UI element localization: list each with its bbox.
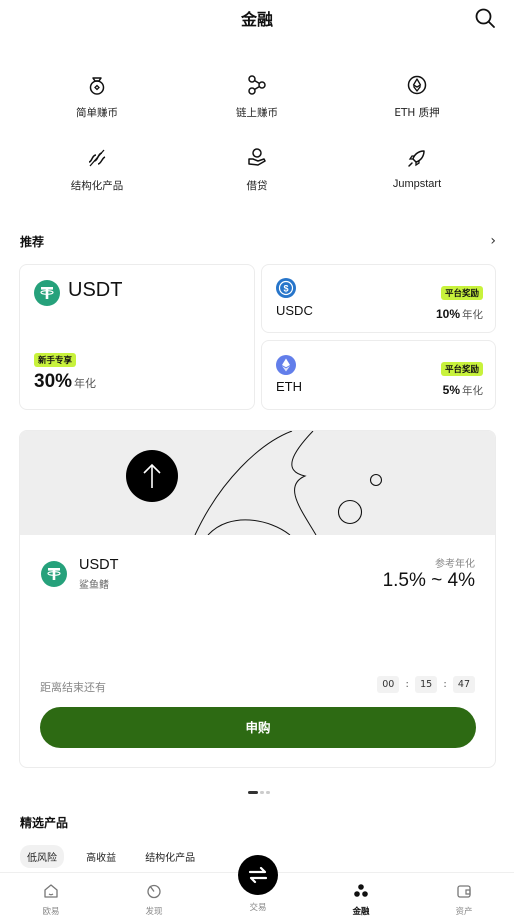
section-title: 推荐 (20, 235, 45, 249)
swap-trade-button[interactable] (238, 855, 278, 895)
menu-item-onchain-earn[interactable]: 链上赚币 (177, 74, 337, 120)
tether-icon (41, 561, 67, 587)
menu-item-loan[interactable]: 借贷 (177, 147, 337, 193)
platform-reward-badge: 平台奖励 (440, 362, 483, 376)
coin-name: USDC (276, 303, 313, 318)
timer-seconds: 47 (452, 676, 475, 693)
timer-minutes: 15 (415, 676, 438, 693)
menu-item-label: 简单赚币 (76, 107, 118, 119)
chevron-right-icon[interactable]: › (490, 233, 496, 249)
tab-finance[interactable]: 金融 (331, 883, 391, 916)
loan-hand-icon (248, 148, 266, 166)
rate-unit: 年化 (462, 385, 483, 397)
tab-discover[interactable]: 发现 (124, 883, 184, 916)
section-title: 精选产品 (20, 816, 69, 830)
tab-label: 金融 (352, 907, 370, 916)
product-card-usdt[interactable]: USDT 新手专享 30% 年化 (19, 264, 255, 410)
tab-label: 欧易 (42, 907, 60, 916)
usdc-icon: $ (276, 278, 296, 298)
menu-item-label: ETH 质押 (394, 107, 440, 119)
apy-rate: 30% 年化 (34, 371, 96, 393)
menu-item-label: Jumpstart (392, 178, 442, 190)
ref-apy-label: 参考年化 (435, 559, 475, 570)
menu-item-simple-earn[interactable]: 简单赚币 (17, 74, 177, 120)
apy-rate: 5% 年化 (443, 379, 483, 398)
rate-unit: 年化 (74, 377, 97, 390)
menu-item-jumpstart[interactable]: Jumpstart (337, 147, 497, 190)
product-card-eth[interactable]: ETH 平台奖励 5% 年化 (261, 340, 496, 410)
eth-icon (276, 355, 296, 375)
menu-item-label: 链上赚币 (236, 107, 278, 119)
home-icon (44, 884, 58, 898)
recommend-header[interactable]: 推荐 › (20, 233, 496, 250)
rate-value: 5% (442, 383, 460, 397)
countdown-timer: 00 : 15 : 47 (377, 676, 475, 693)
newbie-badge: 新手专享 (34, 353, 77, 367)
search-icon[interactable] (474, 7, 496, 29)
coin-name: USDT (68, 279, 123, 301)
menu-item-label: 结构化产品 (70, 180, 124, 192)
chip-high-yield[interactable]: 高收益 (79, 845, 123, 868)
coin-name: ETH (276, 379, 302, 394)
product-subtitle: 鲨鱼鳍 (79, 580, 109, 591)
coin-name: USDT (79, 557, 119, 573)
discover-icon (147, 884, 161, 899)
menu-item-label: 借贷 (246, 180, 268, 192)
countdown-label: 距离结束还有 (40, 681, 106, 694)
ethereum-icon (407, 75, 427, 95)
svg-text:$: $ (283, 283, 288, 293)
finance-icon (354, 884, 368, 897)
apy-rate: 10% 年化 (436, 303, 483, 322)
coin-bag-icon (89, 77, 105, 95)
rocket-icon (408, 150, 425, 167)
platform-reward-badge: 平台奖励 (440, 286, 483, 300)
banner-illustration (20, 431, 495, 535)
tether-icon (34, 280, 60, 306)
subscribe-button[interactable]: 申购 (40, 707, 476, 748)
chip-low-risk[interactable]: 低风险 (20, 845, 64, 868)
product-card-usdc[interactable]: $ USDC 平台奖励 10% 年化 (261, 264, 496, 333)
shark-fin-product-card[interactable]: USDT 鲨鱼鳍 参考年化 1.5% ~ 4% 距离结束还有 00 : 15 :… (19, 430, 496, 768)
tab-home[interactable]: 欧易 (21, 883, 81, 916)
menu-item-eth-staking[interactable]: ETH 质押 (337, 74, 497, 120)
tab-assets[interactable]: 资产 (434, 883, 494, 916)
structured-icon (88, 149, 106, 167)
tab-label: 发现 (145, 907, 163, 916)
carousel-indicator[interactable] (248, 782, 272, 801)
page-title: 金融 (240, 10, 273, 29)
timer-hours: 00 (377, 676, 400, 693)
apy-range: 1.5% ~ 4% (382, 570, 475, 591)
menu-item-structured[interactable]: 结构化产品 (17, 147, 177, 193)
chip-structured[interactable]: 结构化产品 (138, 845, 202, 868)
rate-value: 10% (435, 307, 460, 321)
wallet-icon (457, 885, 471, 898)
swap-icon (248, 866, 268, 884)
fin-line-art (194, 431, 383, 535)
header: 金融 (0, 0, 514, 36)
tab-label: 交易 (249, 903, 267, 913)
rate-unit: 年化 (462, 309, 483, 321)
featured-filter-chips: 低风险 高收益 结构化产品 (20, 845, 212, 868)
tab-label: 资产 (455, 907, 473, 916)
nodes-icon (248, 75, 266, 95)
featured-header: 精选产品 (20, 814, 496, 831)
rate-value: 30% (34, 371, 73, 392)
